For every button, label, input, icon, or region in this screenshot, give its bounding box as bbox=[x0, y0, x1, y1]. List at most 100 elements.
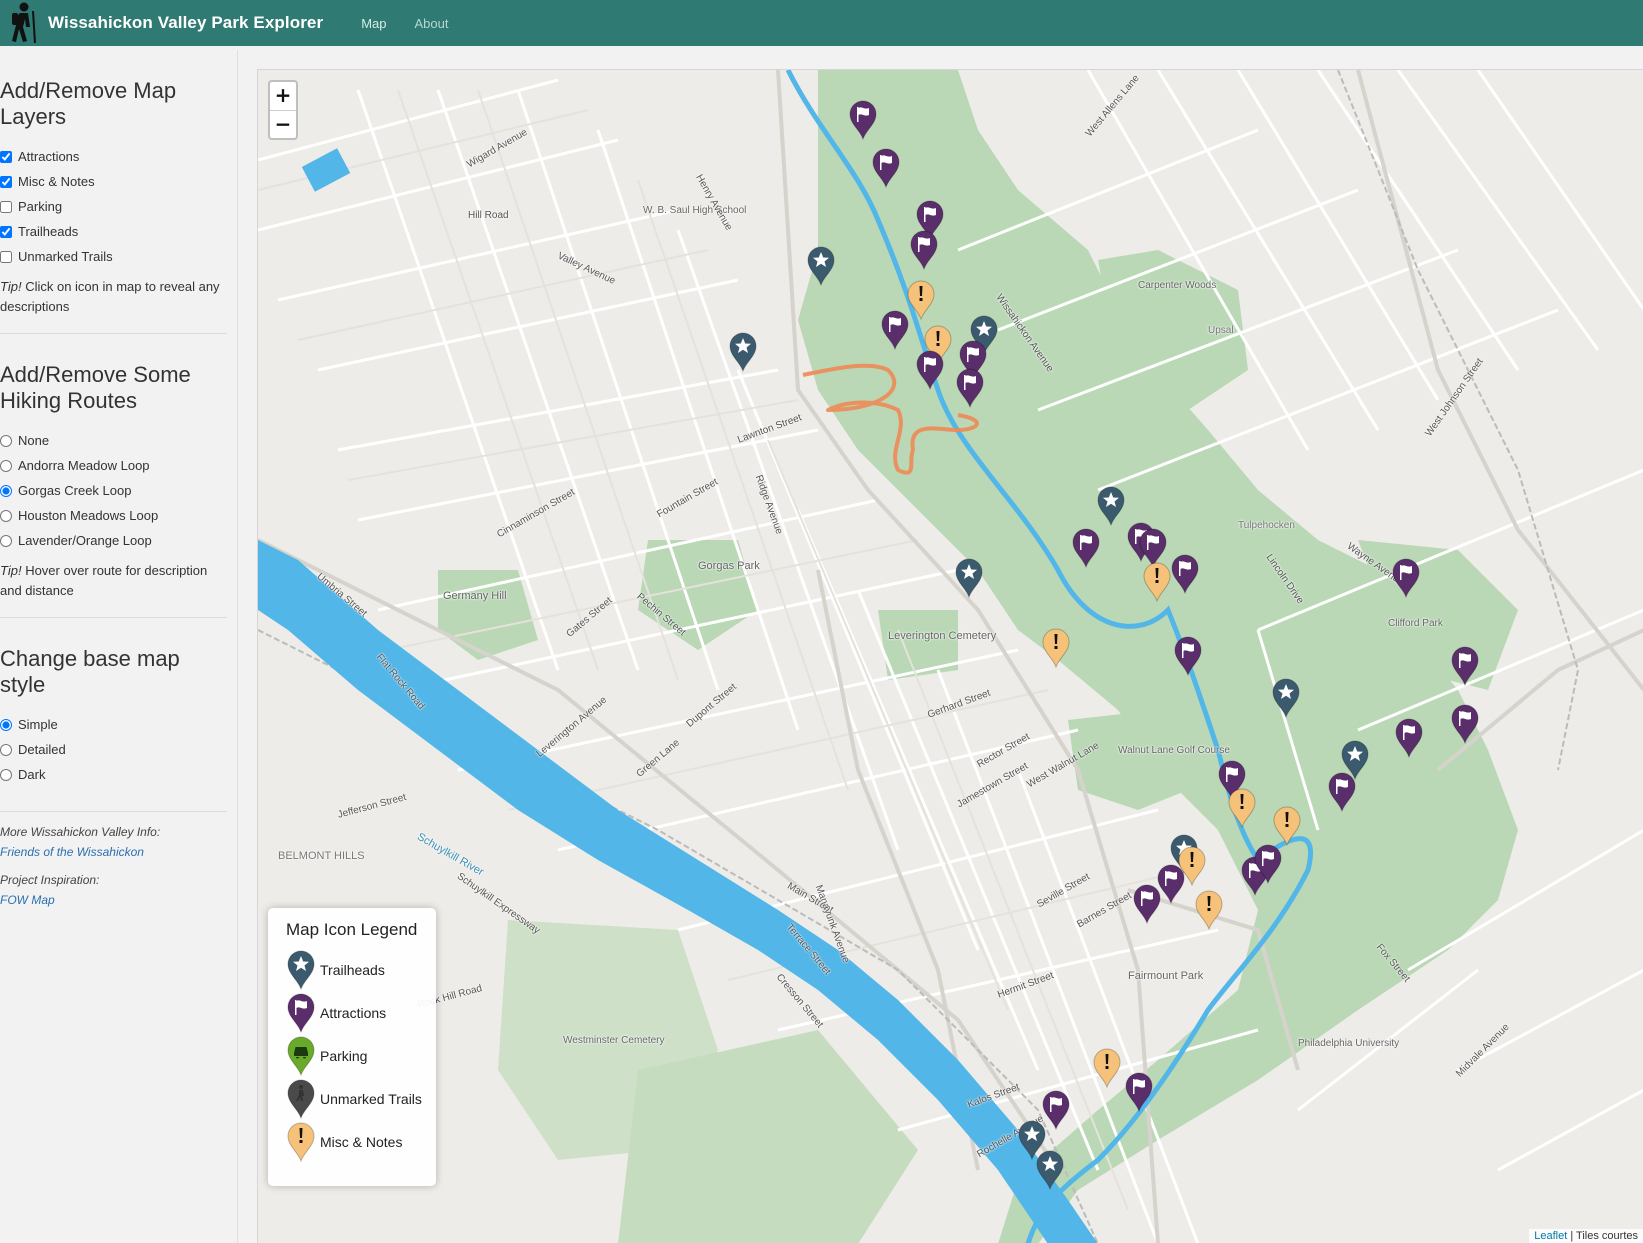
leaflet-link[interactable]: Leaflet bbox=[1534, 1230, 1567, 1242]
zoom-in-button[interactable]: + bbox=[270, 82, 296, 110]
basemap-radio[interactable] bbox=[0, 718, 12, 731]
layer-option[interactable]: Unmarked Trails bbox=[0, 244, 227, 269]
route-option[interactable]: Houston Meadows Loop bbox=[0, 503, 227, 528]
layer-checkbox[interactable] bbox=[0, 175, 12, 188]
misc-marker[interactable] bbox=[1092, 1048, 1122, 1088]
attraction-marker[interactable] bbox=[909, 230, 939, 270]
basemap-label: Detailed bbox=[18, 742, 66, 757]
route-radio[interactable] bbox=[0, 534, 12, 547]
layer-checkbox[interactable] bbox=[0, 200, 12, 213]
misc-marker[interactable] bbox=[1041, 628, 1071, 668]
hiker-icon bbox=[287, 1079, 315, 1119]
attraction-marker[interactable] bbox=[1450, 646, 1480, 686]
nav-about-link[interactable]: About bbox=[414, 16, 448, 31]
sidebar: Add/Remove Map Layers Attractions Misc & … bbox=[0, 50, 238, 1243]
attraction-marker[interactable] bbox=[1170, 554, 1200, 594]
attraction-marker[interactable] bbox=[880, 310, 910, 350]
misc-marker[interactable] bbox=[906, 280, 936, 320]
app-title[interactable]: Wissahickon Valley Park Explorer bbox=[48, 13, 323, 33]
legend-label: Parking bbox=[320, 1047, 368, 1064]
layer-checkbox[interactable] bbox=[0, 250, 12, 263]
exclamation-icon bbox=[287, 1122, 315, 1162]
trailhead-marker[interactable] bbox=[728, 332, 758, 372]
map-place-label: Philadelphia University bbox=[1298, 1038, 1400, 1049]
trailhead-marker[interactable] bbox=[806, 246, 836, 286]
misc-marker[interactable] bbox=[1227, 788, 1257, 828]
map-place-label: Carpenter Woods bbox=[1138, 280, 1217, 291]
park-area bbox=[438, 570, 538, 660]
legend-item: Attractions bbox=[286, 991, 436, 1034]
misc-marker[interactable] bbox=[1272, 806, 1302, 846]
attraction-marker[interactable] bbox=[1450, 704, 1480, 744]
route-option[interactable]: None bbox=[0, 428, 227, 453]
layer-checkbox[interactable] bbox=[0, 150, 12, 163]
basemap-list: Simple Detailed Dark bbox=[0, 712, 227, 787]
attraction-marker[interactable] bbox=[915, 350, 945, 390]
map-place-label: Westminster Cemetery bbox=[563, 1035, 665, 1046]
misc-marker[interactable] bbox=[1142, 562, 1172, 602]
nav-map-link[interactable]: Map bbox=[361, 16, 386, 31]
route-option[interactable]: Lavender/Orange Loop bbox=[0, 528, 227, 553]
layer-label: Unmarked Trails bbox=[18, 249, 113, 264]
route-label: Gorgas Creek Loop bbox=[18, 483, 132, 498]
attraction-marker[interactable] bbox=[1071, 528, 1101, 568]
attraction-marker[interactable] bbox=[955, 368, 985, 408]
route-radio[interactable] bbox=[0, 434, 12, 447]
route-radio[interactable] bbox=[0, 509, 12, 522]
attraction-marker[interactable] bbox=[1132, 884, 1162, 924]
attraction-marker[interactable] bbox=[1327, 772, 1357, 812]
fow-link[interactable]: Friends of the Wissahickon bbox=[0, 842, 227, 862]
attraction-marker[interactable] bbox=[1394, 718, 1424, 758]
attraction-marker[interactable] bbox=[871, 148, 901, 188]
layers-tip: Tip! Click on icon in map to reveal any … bbox=[0, 279, 220, 314]
map-place-label: Walnut Lane Golf Course bbox=[1118, 745, 1230, 756]
attraction-marker[interactable] bbox=[848, 100, 878, 140]
legend-title: Map Icon Legend bbox=[286, 920, 418, 939]
basemap-radio[interactable] bbox=[0, 743, 12, 756]
basemap-option[interactable]: Dark bbox=[0, 762, 227, 787]
attraction-marker[interactable] bbox=[1391, 558, 1421, 598]
map-canvas[interactable]: Germany Hill Gorgas Park Leverington Cemet… bbox=[257, 69, 1643, 1243]
legend-item: Unmarked Trails bbox=[286, 1077, 436, 1120]
fow-map-link[interactable]: FOW Map bbox=[0, 890, 227, 910]
basemap-radio[interactable] bbox=[0, 768, 12, 781]
attraction-marker[interactable] bbox=[1124, 1072, 1154, 1112]
basemap-option[interactable]: Detailed bbox=[0, 737, 227, 762]
layer-option[interactable]: Attractions bbox=[0, 144, 227, 169]
star-icon bbox=[287, 950, 315, 990]
map-attribution: Leaflet | Tiles courtes bbox=[1529, 1229, 1643, 1243]
route-option[interactable]: Andorra Meadow Loop bbox=[0, 453, 227, 478]
trailhead-marker[interactable] bbox=[1271, 678, 1301, 718]
route-label: Lavender/Orange Loop bbox=[18, 533, 152, 548]
layer-label: Attractions bbox=[18, 149, 80, 164]
map-place-label: Gorgas Park bbox=[698, 560, 760, 572]
layer-option[interactable]: Parking bbox=[0, 194, 227, 219]
trailhead-marker[interactable] bbox=[954, 558, 984, 598]
inspiration-label: Project Inspiration: bbox=[0, 873, 100, 887]
layer-option[interactable]: Trailheads bbox=[0, 219, 227, 244]
map-basemap[interactable] bbox=[258, 70, 1643, 1243]
hiker-icon bbox=[12, 2, 36, 44]
map-place-label: Clifford Park bbox=[1388, 618, 1443, 629]
divider bbox=[0, 811, 227, 812]
attraction-marker[interactable] bbox=[1253, 844, 1283, 884]
car-icon bbox=[287, 1036, 315, 1076]
flag-icon bbox=[287, 993, 315, 1033]
layer-label: Parking bbox=[18, 199, 63, 214]
route-radio[interactable] bbox=[0, 484, 12, 497]
basemap-label: Dark bbox=[18, 767, 46, 782]
layer-option[interactable]: Misc & Notes bbox=[0, 169, 227, 194]
trailhead-marker[interactable] bbox=[1096, 486, 1126, 526]
route-option[interactable]: Gorgas Creek Loop bbox=[0, 478, 227, 503]
basemap-option[interactable]: Simple bbox=[0, 712, 227, 737]
legend-item: Misc & Notes bbox=[286, 1120, 436, 1163]
misc-marker[interactable] bbox=[1194, 890, 1224, 930]
basemap-heading: Change base map style bbox=[0, 646, 180, 697]
layer-checkbox[interactable] bbox=[0, 225, 12, 238]
top-navbar: Wissahickon Valley Park Explorer Map Abo… bbox=[0, 0, 1643, 46]
layer-label: Misc & Notes bbox=[18, 174, 95, 189]
route-radio[interactable] bbox=[0, 459, 12, 472]
attraction-marker[interactable] bbox=[1173, 636, 1203, 676]
zoom-out-button[interactable]: − bbox=[270, 110, 296, 138]
trailhead-marker[interactable] bbox=[1035, 1150, 1065, 1190]
